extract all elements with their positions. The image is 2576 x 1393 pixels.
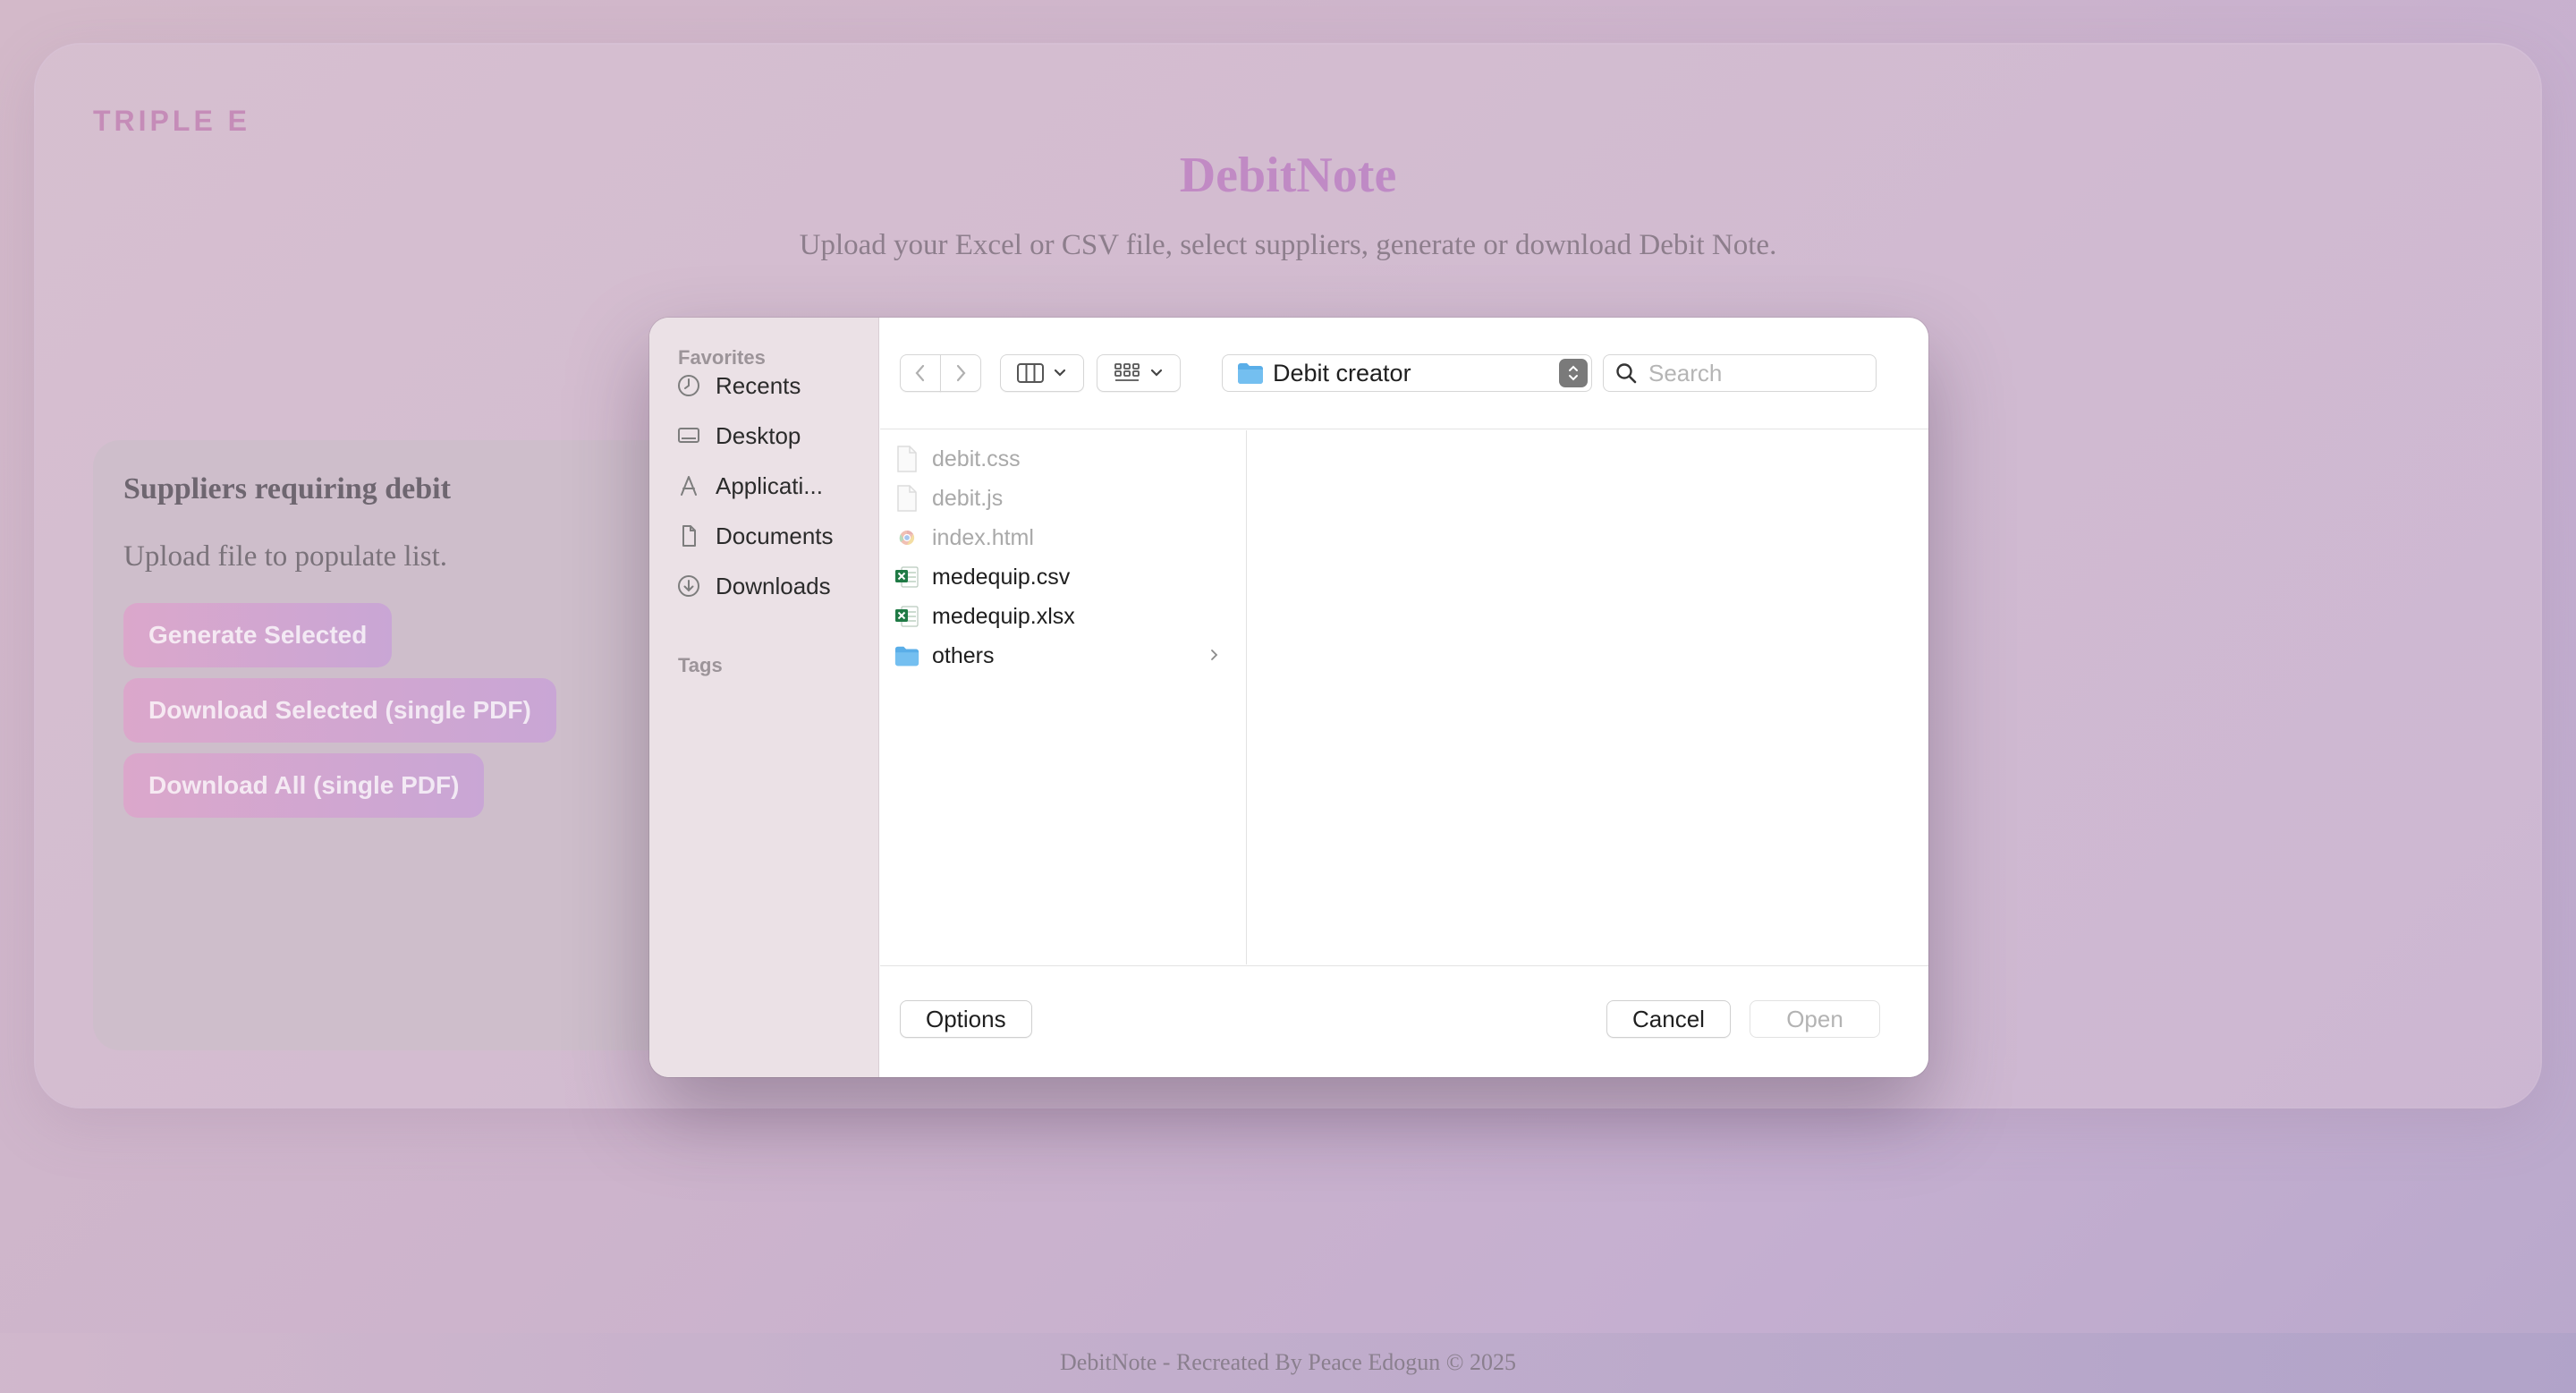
view-mode-button[interactable] — [1000, 354, 1084, 392]
file-name: index.html — [932, 524, 1034, 550]
chevron-down-icon — [1054, 369, 1066, 377]
open-button[interactable]: Open — [1750, 1000, 1880, 1038]
generic-file-icon — [894, 485, 919, 512]
chevron-right-icon — [956, 364, 966, 382]
page-subtitle: Upload your Excel or CSV file, select su… — [799, 229, 1777, 261]
sidebar-item-recents[interactable]: Recents — [676, 366, 864, 405]
document-icon — [682, 525, 696, 547]
location-stepper[interactable] — [1559, 359, 1588, 387]
group-by-button[interactable] — [1097, 354, 1181, 392]
sidebar-item-downloads[interactable]: Downloads — [676, 566, 864, 606]
clock-icon — [678, 375, 699, 396]
sidebar-item-documents[interactable]: Documents — [676, 516, 864, 556]
preview-pane — [1248, 430, 1928, 964]
file-name: medequip.csv — [932, 564, 1071, 590]
location-popup[interactable]: Debit creator — [1222, 354, 1592, 392]
location-label: Debit creator — [1273, 359, 1411, 386]
file-item[interactable]: debit.js — [894, 480, 1234, 516]
chevron-left-icon — [915, 364, 925, 382]
chevron-down-icon — [1150, 369, 1163, 377]
sidebar-item-label: Recents — [716, 371, 801, 399]
file-item[interactable]: index.html — [894, 520, 1234, 556]
chevron-right-icon — [1211, 650, 1218, 660]
excel-file-icon — [894, 603, 919, 630]
folder-icon — [1238, 363, 1263, 384]
cancel-button[interactable]: Cancel — [1606, 1000, 1731, 1038]
excel-file-icon — [894, 564, 919, 590]
dialog-bottom-bar: Options Cancel Open — [880, 965, 1928, 1077]
folder-icon — [894, 642, 919, 669]
download-selected-button[interactable]: Download Selected (single PDF) — [123, 678, 556, 743]
search-field[interactable] — [1603, 354, 1877, 392]
sidebar-item-label: Downloads — [716, 572, 831, 599]
sidebar-item-applications[interactable]: Applicati... — [676, 466, 864, 505]
search-input[interactable] — [1648, 359, 1863, 387]
file-item[interactable]: medequip.csv — [894, 559, 1234, 595]
applications-icon — [681, 476, 697, 496]
grid-group-icon — [1114, 363, 1140, 381]
dialog-sidebar: Favorites Recents Desktop Applicati... D… — [649, 318, 879, 1077]
file-list-column: debit.css debit.js index.html medequip.c… — [880, 430, 1247, 964]
sidebar-item-label: Applicati... — [716, 471, 823, 499]
folder-item[interactable]: others — [894, 638, 1234, 674]
back-button[interactable] — [900, 354, 941, 392]
open-file-dialog: Favorites Recents Desktop Applicati... D… — [649, 318, 1928, 1077]
download-icon — [678, 575, 699, 597]
file-item[interactable]: medequip.xlsx — [894, 599, 1234, 634]
up-down-chevron-icon — [1569, 365, 1578, 381]
download-all-button[interactable]: Download All (single PDF) — [123, 753, 485, 818]
sidebar-item-desktop[interactable]: Desktop — [676, 416, 864, 455]
file-name: debit.css — [932, 446, 1021, 471]
dialog-toolbar: Debit creator — [880, 318, 1928, 429]
forward-button[interactable] — [940, 354, 981, 392]
page-title: DebitNote — [0, 147, 2576, 204]
panel-title: Suppliers requiring debit — [123, 472, 451, 505]
chrome-html-icon — [894, 524, 919, 551]
sidebar-item-label: Documents — [716, 522, 834, 549]
file-name: medequip.xlsx — [932, 603, 1075, 629]
generic-file-icon — [894, 446, 919, 472]
generate-selected-button[interactable]: Generate Selected — [123, 603, 393, 667]
panel-hint: Upload file to populate list. — [123, 540, 448, 573]
file-name: debit.js — [932, 485, 1004, 511]
sidebar-item-label: Desktop — [716, 421, 801, 449]
footer-text: DebitNote - Recreated By Peace Edogun © … — [1060, 1349, 1516, 1375]
brand-logo: TRIPLE E — [93, 105, 251, 137]
desktop-icon — [678, 428, 699, 443]
options-button[interactable]: Options — [900, 1000, 1032, 1038]
columns-view-icon — [1017, 363, 1044, 383]
search-icon — [1616, 363, 1637, 384]
file-item[interactable]: debit.css — [894, 441, 1234, 477]
tags-heading: Tags — [678, 654, 723, 676]
file-name: others — [932, 642, 995, 668]
